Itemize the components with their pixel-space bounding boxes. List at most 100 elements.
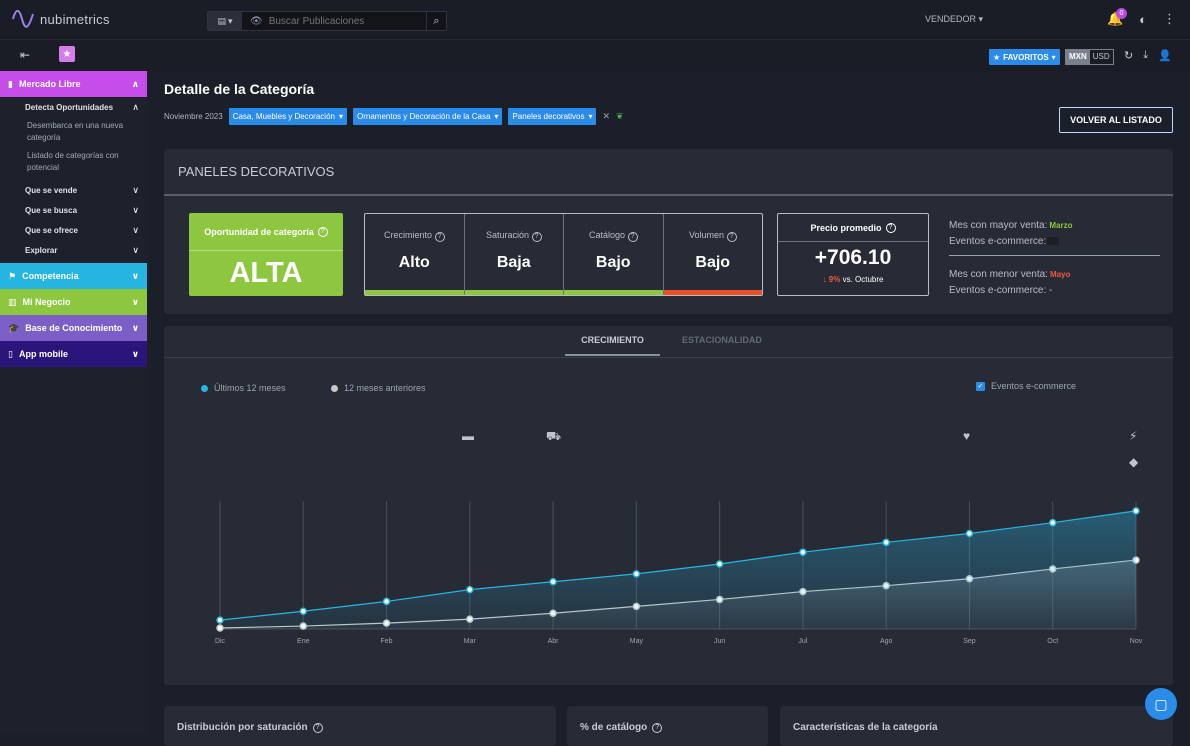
sidebar-item-mi-negocio[interactable]: ▥ Mi Negocio ∨ <box>0 289 147 315</box>
metric-crecimiento: Crecimiento ? Alto <box>365 214 465 295</box>
crumb-label: Ornamentos y Decoración de la Casa <box>357 112 491 121</box>
favoritos-label: FAVORITOS <box>1003 52 1049 62</box>
help-icon[interactable]: ? <box>312 722 323 733</box>
help-icon[interactable]: ? <box>885 222 896 233</box>
metric-bar <box>464 290 563 295</box>
sidebar-item-que-ofrece[interactable]: Que se ofrece ∨ <box>0 220 147 240</box>
logo[interactable]: nubimetrics <box>12 10 110 28</box>
legend-item-ultimos[interactable]: Últimos 12 meses <box>201 383 286 393</box>
truck-icon[interactable]: ⛟ <box>546 429 561 443</box>
currency-toggle: MXN USD <box>1065 49 1114 65</box>
help-icon[interactable]: ? <box>317 226 328 237</box>
brightness-icon[interactable]: ◐ <box>1139 12 1147 27</box>
sidebar-item-que-busca[interactable]: Que se busca ∨ <box>0 200 147 220</box>
chevron-up-icon: ∧ <box>132 101 139 112</box>
sidebar-label: App mobile <box>18 349 68 359</box>
sidebar-item-detecta[interactable]: Detecta Oportunidades ∧ <box>0 97 147 117</box>
mayor-value: Marzo <box>1049 220 1073 230</box>
tab-estacionalidad[interactable]: ESTACIONALIDAD <box>682 335 762 345</box>
calendar-heart-icon[interactable]: ♥ <box>963 429 970 443</box>
chevron-down-icon: ∨ <box>131 296 139 307</box>
currency-mxn[interactable]: MXN <box>1066 50 1090 64</box>
chat-help-button[interactable]: ▢ <box>1145 688 1177 720</box>
user-icon[interactable]: 👤 <box>1158 49 1172 62</box>
clear-icon[interactable]: ✕ <box>602 111 610 122</box>
breadcrumb-item-1[interactable]: Ornamentos y Decoración de la Casa ▾ <box>353 108 503 125</box>
vendedor-label: VENDEDOR <box>925 14 977 24</box>
chevron-down-icon: ∨ <box>131 322 139 333</box>
favoritos-button[interactable]: ★ FAVORITOS ▾ <box>989 49 1060 65</box>
sidebar-item-app-mobile[interactable]: ▯ App mobile ∨ <box>0 341 147 367</box>
grid-icon[interactable]: ⋮ <box>1163 11 1176 27</box>
search-button[interactable]: ⌕ <box>426 12 446 30</box>
sidebar-item-base[interactable]: 🎓 Base de Conocimiento ∨ <box>0 315 147 341</box>
sidebar-item-explorar[interactable]: Explorar ∨ <box>0 240 147 260</box>
x-tick-label: Oct <box>1047 638 1058 645</box>
notification-badge: 0 <box>1115 8 1127 19</box>
help-icon[interactable]: ? <box>726 231 737 242</box>
oportunidad-label: Oportunidad de categoría <box>204 226 314 237</box>
help-icon[interactable]: ? <box>531 231 542 242</box>
legend-label: Últimos 12 meses <box>214 383 286 393</box>
summary-card: PANELES DECORATIVOS Oportunidad de categ… <box>164 149 1173 314</box>
data-point <box>799 548 807 556</box>
sidebar-item-mercado-libre[interactable]: ▮ Mercado Libre ∧ <box>0 71 147 97</box>
metric-label: Saturación <box>485 230 529 240</box>
legend-item-anteriores[interactable]: 12 meses anteriores <box>331 383 426 393</box>
download-icon[interactable]: ⤓ <box>1143 49 1148 62</box>
currency-usd[interactable]: USD <box>1090 50 1113 64</box>
chart-tabs: CRECIMIENTO ESTACIONALIDAD <box>164 326 1173 358</box>
sidebar-label: Que se vende <box>25 185 78 195</box>
search-type-dropdown[interactable]: ▤ ▾ <box>208 12 242 30</box>
logo-wave-icon <box>12 10 34 28</box>
sidebar-item-que-vende[interactable]: Que se vende ∨ <box>0 180 147 200</box>
metric-value: Bajo <box>695 254 731 271</box>
search-input[interactable] <box>268 15 426 27</box>
leaf-icon[interactable]: ❦ <box>616 111 624 122</box>
metric-label: Catálogo <box>588 230 625 240</box>
sub-bar: ⇤ ★ ★ FAVORITOS ▾ MXN USD ↻ ⤓ 👤 <box>0 40 1190 71</box>
data-point <box>1048 518 1057 527</box>
refresh-icon[interactable]: ↻ <box>1124 49 1133 62</box>
card-title: Distribución por saturación <box>177 722 308 733</box>
vendedor-dropdown[interactable]: VENDEDOR ▾ <box>925 14 983 25</box>
x-tick-label: Dic <box>215 638 226 645</box>
sidebar-item-competencia[interactable]: ⚑ Competencia ∨ <box>0 263 147 289</box>
tab-crecimiento[interactable]: CRECIMIENTO <box>565 335 660 356</box>
breadcrumb: Noviembre 2023 Casa, Muebles y Decoració… <box>164 108 624 125</box>
breadcrumb-item-2[interactable]: Paneles decorativos ▾ <box>508 108 597 125</box>
metric-label: Crecimiento <box>383 230 432 240</box>
divider <box>164 194 1173 196</box>
main-content: Detalle de la Categoría Noviembre 2023 C… <box>147 71 1190 746</box>
help-icon[interactable]: ? <box>434 231 445 242</box>
eventos-checkbox-label: Eventos e-commerce <box>991 381 1077 391</box>
eventos-checkbox[interactable]: ✓ Eventos e-commerce <box>976 381 1076 391</box>
x-tick-label: Nov <box>1130 638 1143 645</box>
menor-label: Mes con menor venta: <box>949 268 1048 280</box>
help-icon[interactable]: ? <box>627 231 638 242</box>
lightning-icon[interactable]: ⚡ <box>1129 429 1137 443</box>
sidebar-item-listado[interactable]: Listado de categorías con potencial <box>0 150 147 174</box>
volver-button[interactable]: VOLVER AL LISTADO <box>1059 107 1173 133</box>
search-icon: ⌕ <box>433 14 440 27</box>
sidebar-item-desembarca[interactable]: Desembarca en una nueva categoría <box>0 120 147 144</box>
credit-card-icon[interactable]: ▬ <box>462 429 474 443</box>
tag-icon[interactable]: ◆ <box>1129 455 1139 469</box>
breadcrumb-item-0[interactable]: Casa, Muebles y Decoración ▾ <box>228 108 347 125</box>
sidebar-label: Base de Conocimiento <box>25 323 123 333</box>
x-tick-label: Ene <box>297 638 310 645</box>
divider <box>949 255 1160 256</box>
data-point <box>1132 507 1140 515</box>
eventos-label: Eventos e-commerce: <box>949 235 1047 247</box>
top-bar: nubimetrics ▤▾ 👁 ⌕ VENDEDOR ▾ 🔔0 ◐ ⋮ <box>0 0 1190 40</box>
catalogo-card: % de catálogo? <box>567 706 768 746</box>
crumb-label: Casa, Muebles y Decoración <box>232 112 335 121</box>
bell-icon[interactable]: 🔔 0 <box>1107 8 1127 27</box>
help-icon[interactable]: ? <box>652 722 663 733</box>
x-tick-label: May <box>630 638 644 645</box>
collapse-menu-icon[interactable]: ⇤ <box>20 48 30 62</box>
favorite-star-icon[interactable]: ★ <box>59 46 75 62</box>
caret-down-icon: ▾ <box>227 15 233 26</box>
metric-volumen: Volumen ? Bajo <box>663 214 762 295</box>
document-icon: ▤ <box>217 15 226 26</box>
